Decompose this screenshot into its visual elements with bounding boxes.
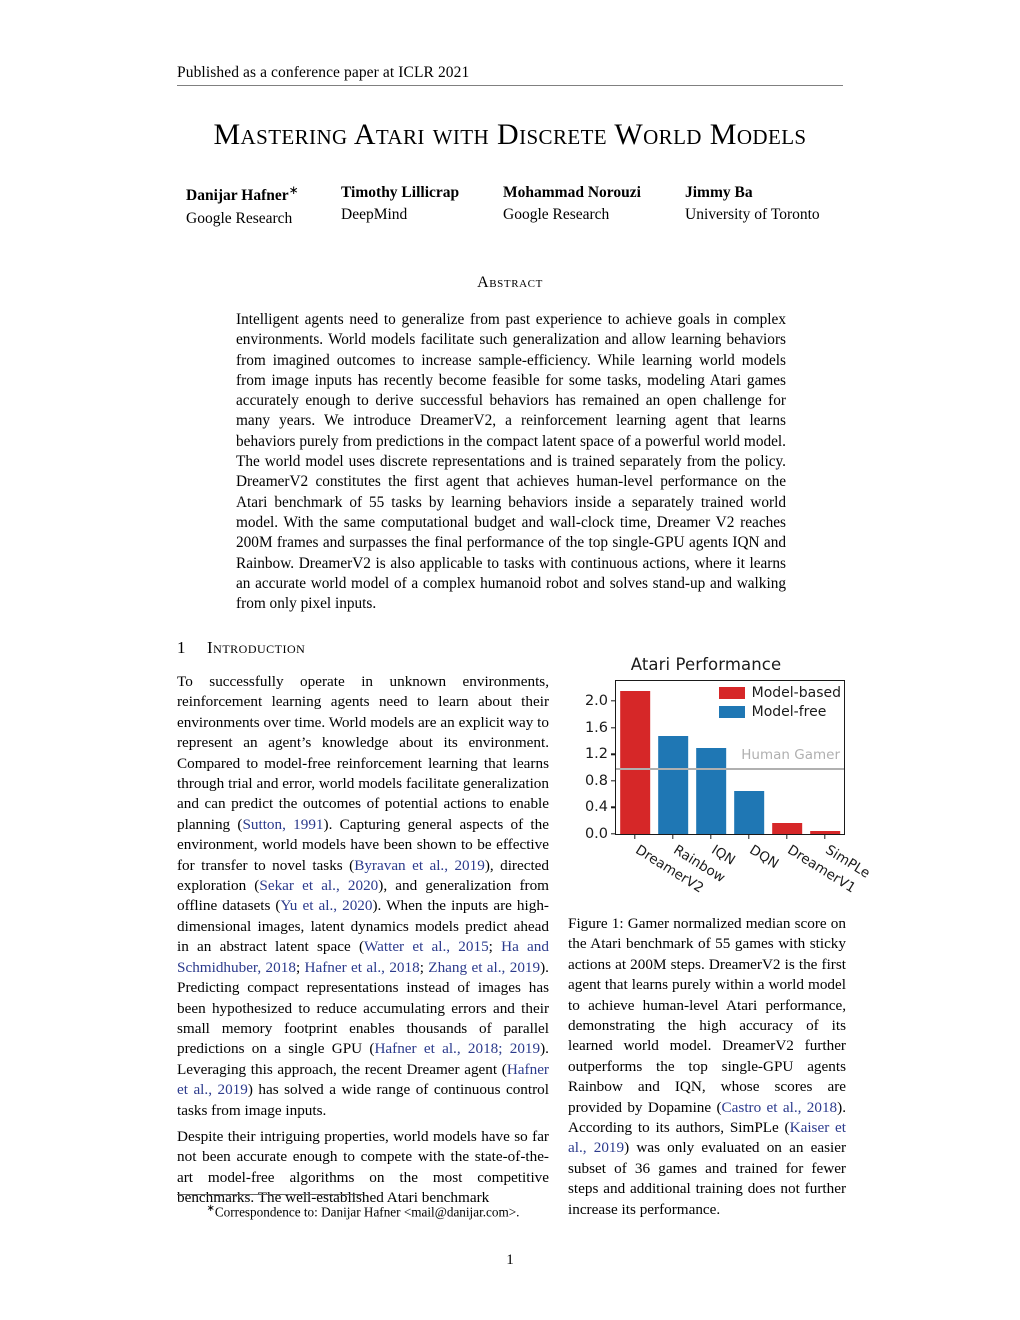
footnote-rule (177, 1194, 363, 1195)
figure-caption: Figure 1: Gamer normalized median score … (568, 914, 846, 1220)
section-heading: 1 Introduction (177, 638, 305, 658)
citation-link[interactable]: Sutton, 1991 (242, 816, 323, 833)
x-axis-tick-mark (634, 834, 636, 839)
y-axis-tick-mark (611, 700, 616, 702)
legend-swatch-model-based (718, 687, 745, 699)
x-axis-tick-mark (710, 834, 712, 839)
section-title: Introduction (207, 638, 306, 657)
x-axis-tick-mark (748, 834, 750, 839)
citation-link[interactable]: Sekar et al., 2020 (259, 877, 378, 894)
author-name: Danijar Hafner∗ (186, 182, 341, 208)
y-axis-tick-mark (611, 833, 616, 835)
citation-link[interactable]: Yu et al., 2020 (281, 897, 373, 914)
text-run: Figure 1: Gamer normalized median score … (568, 915, 846, 1116)
venue-line: Published as a conference paper at ICLR … (177, 64, 470, 81)
chart-bar (696, 748, 726, 834)
legend-item: Model-free (718, 704, 841, 720)
author-block: Timothy Lillicrap DeepMind (341, 182, 503, 230)
abstract-heading: Abstract (477, 274, 543, 291)
author-affiliation: University of Toronto (685, 206, 820, 224)
footnote: ∗Correspondence to: Danijar Hafner <mail… (177, 1200, 549, 1220)
x-axis-tick-mark (824, 834, 826, 839)
running-header: Published as a conference paper at ICLR … (177, 64, 843, 87)
human-gamer-reference-line (616, 768, 844, 771)
author-block: Mohammad Norouzi Google Research (503, 182, 685, 230)
legend-label: Model-based (751, 685, 841, 701)
author-name-text: Timothy Lillicrap (341, 184, 460, 201)
legend-item: Model-based (718, 685, 841, 701)
author-affiliation: DeepMind (341, 206, 408, 224)
y-axis-tick-mark (611, 780, 616, 782)
author-name: Timothy Lillicrap (341, 182, 503, 204)
paragraph: Figure 1: Gamer normalized median score … (568, 914, 846, 1220)
footnote-text: Correspondence to: Danijar Hafner <mail@… (214, 1204, 520, 1220)
author-affiliation: Google Research (186, 209, 293, 227)
page-number: 1 (506, 1252, 514, 1268)
author-list: Danijar Hafner∗ Google Research Timothy … (186, 182, 846, 230)
figure-1: Atari Performance 0.0 0.4 0.8 1.2 1.6 2.0 Drea… (562, 655, 873, 913)
author-name-text: Jimmy Ba (685, 184, 753, 201)
author-name: Mohammad Norouzi (503, 182, 685, 204)
x-axis-tick-mark (786, 834, 788, 839)
legend-label: Model-free (751, 704, 827, 720)
body-column-left: To successfully operate in unknown envir… (177, 672, 549, 1209)
author-block: Jimmy Ba University of Toronto (685, 182, 845, 230)
chart-bar (620, 690, 650, 834)
footnote-marker: ∗ (206, 1203, 215, 1214)
abstract-body: Intelligent agents need to generalize fr… (236, 311, 786, 613)
text-run: To successfully operate in unknown envir… (177, 673, 549, 833)
chart-plot-area: 0.0 0.4 0.8 1.2 1.6 2.0 DreamerV2 Rainbow IQN DQN… (585, 680, 873, 896)
author-name-text: Mohammad Norouzi (503, 184, 641, 201)
citation-link[interactable]: Hafner et al., 2018; 2019 (374, 1040, 540, 1057)
paragraph: To successfully operate in unknown envir… (177, 672, 549, 1121)
paper-page: Published as a conference paper at ICLR … (0, 0, 1020, 1320)
page-title: Mastering Atari with Discrete World Mode… (213, 118, 807, 151)
citation-link[interactable]: Byravan et al., 2019 (354, 857, 485, 874)
chart-legend: Model-based Model-free (718, 685, 841, 720)
human-gamer-label: Human Gamer (741, 747, 840, 764)
chart-title: Atari Performance (630, 655, 782, 674)
x-axis-tick-mark (672, 834, 674, 839)
text-run: ; (419, 958, 429, 976)
citation-link[interactable]: Hafner et al., 2018 (305, 959, 420, 976)
author-name: Jimmy Ba (685, 182, 845, 204)
y-axis-tick-mark (611, 806, 616, 809)
chart-bar (734, 790, 764, 834)
citation-link[interactable]: Castro et al., 2018 (722, 1099, 838, 1116)
header-rule (177, 85, 843, 87)
y-axis-tick-mark (611, 753, 616, 755)
author-block: Danijar Hafner∗ Google Research (186, 182, 341, 230)
text-run: ; (295, 958, 305, 976)
x-axis-tick-label: DQN (746, 842, 782, 873)
section-number: 1 (177, 638, 186, 657)
chart-bar (658, 736, 688, 834)
chart-bar (772, 823, 802, 834)
author-affiliation: Google Research (503, 206, 610, 224)
y-axis-tick-mark (611, 726, 616, 729)
author-name-text: Danijar Hafner (186, 187, 289, 205)
author-footnote-marker: ∗ (288, 183, 299, 197)
paragraph: Despite their intriguing properties, wor… (177, 1127, 549, 1209)
citation-link[interactable]: Zhang et al., 2019 (428, 959, 540, 976)
citation-link[interactable]: Watter et al., 2015 (364, 938, 489, 955)
legend-swatch-model-free (718, 706, 745, 718)
text-run: ; (488, 938, 502, 956)
